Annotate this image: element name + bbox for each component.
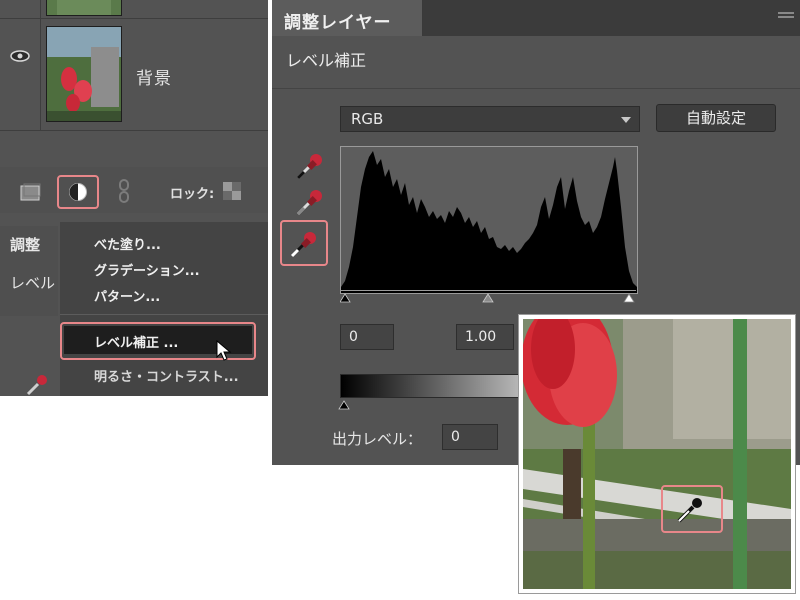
- eye-column: [0, 18, 41, 130]
- layers-toolbar: ロック:: [0, 167, 268, 213]
- subtitle-partial: レベル: [10, 274, 56, 292]
- white-point-dropper-icon[interactable]: [288, 226, 322, 260]
- adjustments-panel-partial: 調整 レベル: [0, 226, 58, 316]
- layer-thumbnail-partial: [46, 0, 122, 16]
- layer-thumbnail: [46, 26, 122, 122]
- divider: [272, 88, 800, 89]
- layer-row-partial[interactable]: [0, 0, 268, 19]
- gray-point-dropper-icon[interactable]: [294, 184, 328, 218]
- output-levels-label: 出力レベル：: [332, 430, 423, 448]
- new-layer-icon[interactable]: [20, 183, 42, 201]
- channel-select-value: RGB: [351, 110, 384, 128]
- chevron-down-icon: [621, 117, 631, 123]
- adjustment-menu: べた塗り... グラデーション... パターン... レベル補正 ... 明るさ…: [60, 222, 268, 396]
- white-point-handle: [623, 293, 635, 303]
- panel-title: レベル補正: [286, 51, 367, 70]
- input-gamma-field[interactable]: 1.00: [456, 324, 514, 350]
- eyedropper-cursor-icon: [677, 498, 702, 523]
- lock-icon[interactable]: [223, 182, 241, 200]
- layers-panel: 背景 ロック: 調整 レベル べた塗り... グラデーション... パターン..…: [0, 0, 268, 396]
- layer-name: 背景: [136, 69, 172, 89]
- adjustment-layer-icon[interactable]: [68, 182, 88, 202]
- tulip-photo: [523, 319, 791, 589]
- tab-adjustments-partial[interactable]: 調整: [10, 234, 40, 255]
- dropper-icon-partial[interactable]: [24, 374, 50, 396]
- black-point-handle: [340, 293, 351, 303]
- photo-inset: [518, 314, 796, 594]
- auto-button[interactable]: 自動設定: [656, 104, 776, 132]
- menu-item-gradient[interactable]: グラデーション...: [94, 260, 200, 279]
- eye-icon[interactable]: [10, 50, 30, 62]
- output-black-handle[interactable]: [338, 398, 350, 410]
- input-black-field[interactable]: 0: [340, 324, 394, 350]
- black-point-dropper-icon[interactable]: [294, 148, 328, 182]
- tab-adjustment-layer[interactable]: 調整レイヤー: [272, 0, 423, 36]
- channel-select[interactable]: RGB: [340, 106, 640, 132]
- menu-item-brightness-contrast[interactable]: 明るさ・コントラスト...: [94, 366, 239, 385]
- layers-empty-area: [0, 131, 268, 167]
- gamma-handle: [482, 293, 494, 303]
- layer-row-background[interactable]: 背景: [0, 18, 268, 131]
- menu-item-pattern[interactable]: パターン...: [94, 286, 160, 305]
- lock-label: ロック:: [170, 187, 215, 202]
- panel-menu-icon[interactable]: [778, 12, 794, 22]
- input-level-slider[interactable]: [340, 290, 636, 306]
- menu-item-solid-color[interactable]: べた塗り...: [94, 234, 161, 253]
- menu-separator: [60, 314, 268, 315]
- mouse-cursor-icon: [216, 340, 232, 361]
- tab-label: 調整レイヤー: [284, 13, 392, 33]
- link-icon[interactable]: [118, 179, 130, 203]
- histogram: [340, 146, 638, 294]
- eye-column: [0, 0, 41, 18]
- output-black-field[interactable]: 0: [442, 424, 498, 450]
